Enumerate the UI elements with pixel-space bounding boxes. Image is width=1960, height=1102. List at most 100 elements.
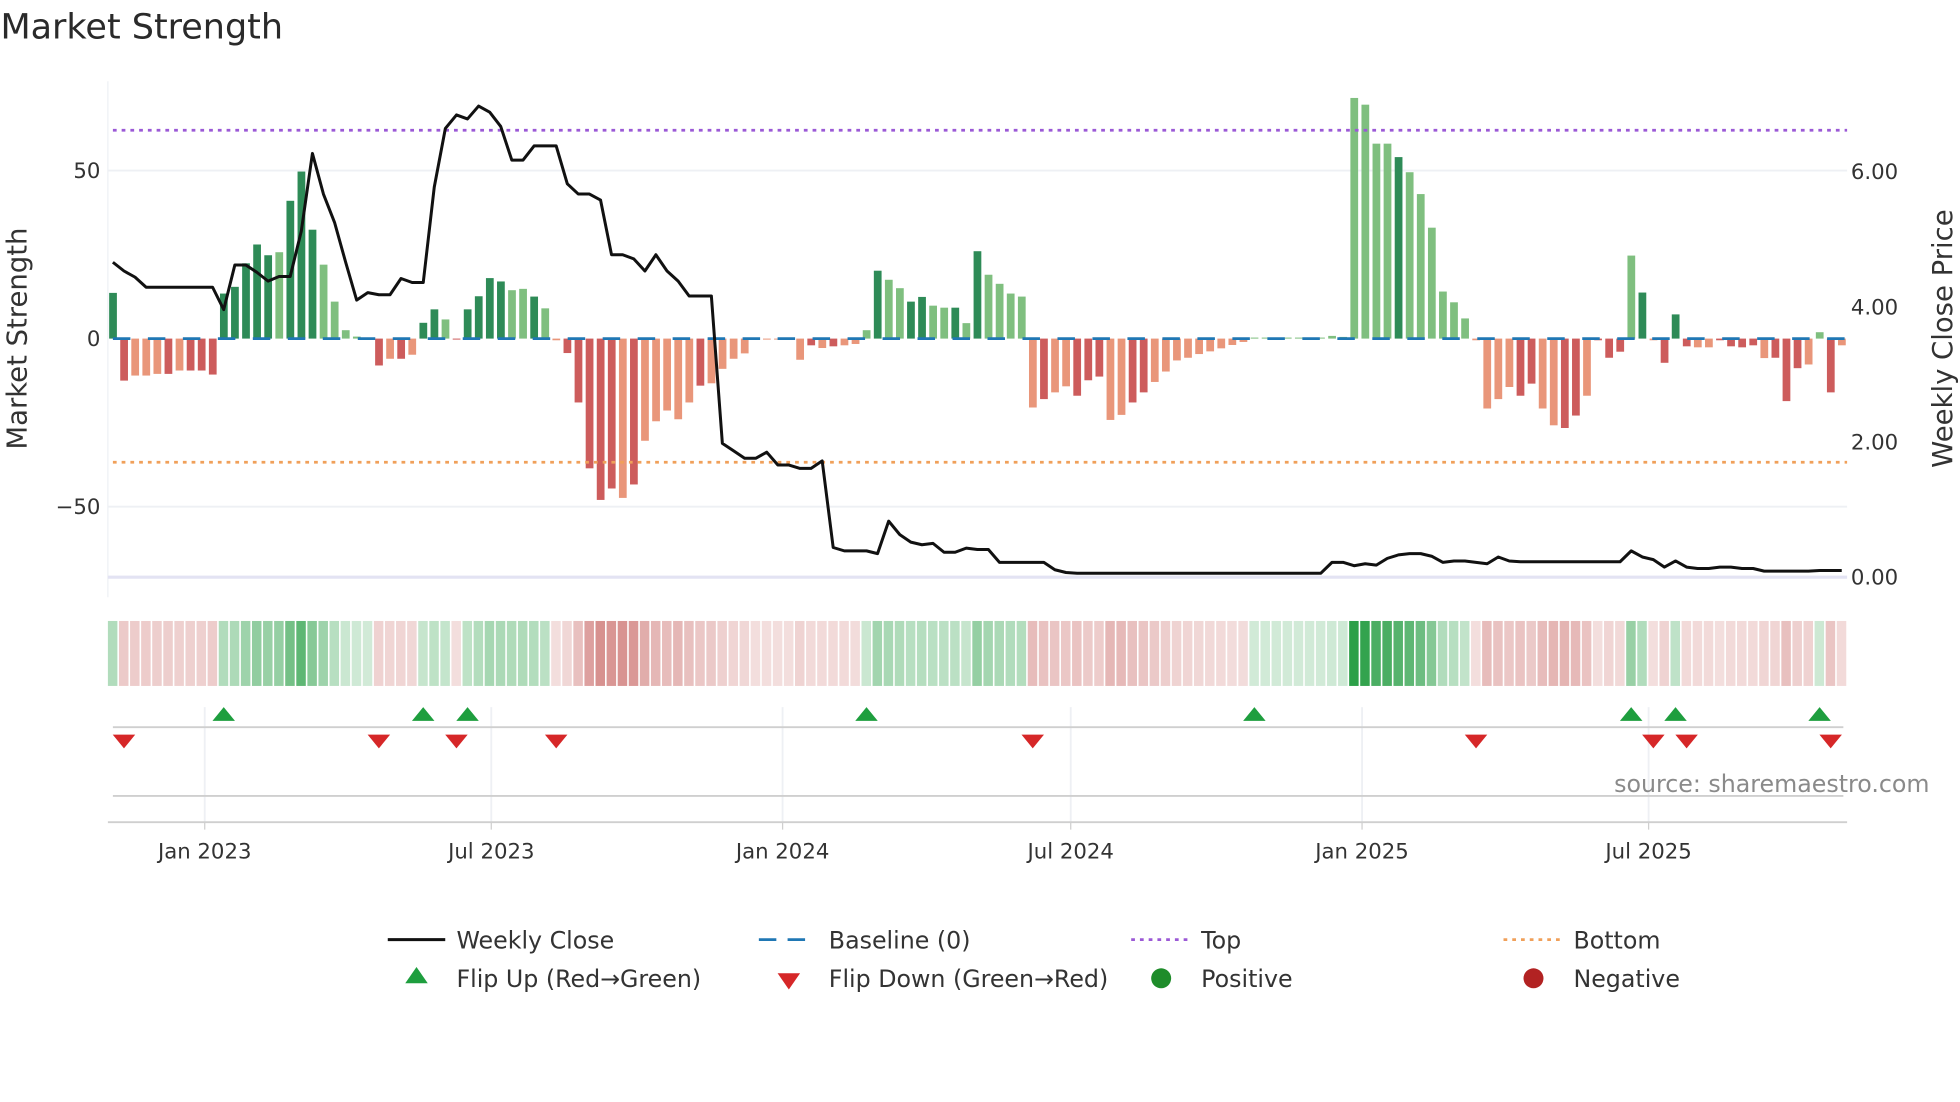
legend-item-flip-up[interactable]: Flip Up (Red→Green): [405, 965, 701, 993]
heatmap-cell: [1404, 620, 1415, 686]
strength-bar: [1062, 338, 1070, 387]
legend-item-positive[interactable]: Positive: [1151, 965, 1293, 993]
heatmap-cell: [1471, 620, 1481, 686]
flip-up-marker: [1619, 707, 1643, 721]
strength-bar: [341, 330, 350, 339]
heatmap-cell: [1592, 620, 1603, 686]
heatmap-cell: [506, 620, 517, 686]
legend-item-baseline[interactable]: Baseline (0): [758, 926, 971, 954]
legend-item-negative[interactable]: Negative: [1523, 965, 1680, 993]
strength-bar: [474, 296, 483, 339]
heatmap-cell: [251, 620, 262, 686]
strength-bar: [1040, 338, 1048, 400]
x-tick-label: Jan 2023: [156, 839, 252, 864]
strength-bar: [1771, 338, 1780, 358]
strength-bar: [729, 338, 738, 359]
strength-bar: [596, 338, 605, 500]
triangle-up-icon: [405, 967, 428, 984]
heatmap-cell: [1371, 620, 1381, 686]
heatmap-cell: [1559, 620, 1570, 686]
legend: Weekly Close Baseline (0) Top Bottom Fli…: [387, 926, 1680, 993]
legend-item-flip-down[interactable]: Flip Down (Green→Red): [777, 965, 1109, 993]
strength-bar: [718, 338, 727, 369]
right-tick-label: 6.00: [1851, 160, 1898, 185]
strength-bar: [1128, 338, 1137, 403]
flip-up-marker: [1664, 707, 1687, 721]
heatmap-cell: [1570, 620, 1581, 686]
heatmap-cell: [883, 620, 894, 686]
strength-bar: [984, 274, 993, 339]
heatmap-cell: [994, 620, 1004, 686]
heatmap-cell: [795, 620, 805, 686]
strength-bar: [397, 338, 406, 359]
heatmap-cell: [1038, 620, 1049, 686]
heatmap-cell: [1149, 620, 1160, 686]
heatmap-cell: [1825, 620, 1836, 686]
legend-label: Negative: [1573, 965, 1679, 993]
strength-bar: [1494, 338, 1503, 400]
heatmap-cell: [684, 620, 694, 686]
legend-label: Bottom: [1573, 926, 1660, 954]
heatmap-cell: [141, 620, 151, 686]
strength-bar: [231, 286, 239, 339]
strength-bar: [1017, 296, 1026, 339]
heatmap-cell: [407, 620, 417, 686]
strength-bar: [1195, 338, 1203, 355]
heatmap-cell: [1016, 620, 1027, 686]
heatmap-cell: [1770, 620, 1780, 686]
strength-bar: [297, 171, 306, 339]
legend-item-weekly-close[interactable]: Weekly Close: [387, 926, 614, 954]
strength-bar: [1616, 338, 1625, 352]
flip-down-marker: [1021, 734, 1044, 749]
legend-label: Positive: [1201, 965, 1292, 993]
heatmap-cell: [1759, 620, 1769, 686]
heatmap-cell: [1415, 620, 1426, 686]
heatmap-cell: [118, 620, 129, 686]
strength-bar: [1294, 337, 1303, 339]
strength-bar: [375, 338, 383, 366]
strength-bar: [1139, 338, 1148, 393]
heatmap-cell: [861, 620, 871, 686]
strength-bar: [541, 308, 550, 339]
strength-bar: [1782, 338, 1791, 402]
heatmap-cell: [218, 620, 229, 686]
heatmap-cell: [340, 620, 351, 686]
strength-bar: [962, 323, 971, 339]
strength-bar: [463, 309, 472, 339]
heatmap-cell: [1725, 620, 1736, 686]
heatmap-cell: [1116, 620, 1126, 686]
strength-bar: [1549, 338, 1558, 426]
heatmap-cell: [551, 620, 561, 686]
flip-up-marker: [456, 707, 479, 721]
x-tick-label: Jul 2025: [1603, 839, 1691, 864]
strength-bar: [1283, 337, 1292, 339]
heatmap-cell: [1127, 620, 1137, 686]
heatmap-cell: [650, 620, 661, 686]
heatmap-cell: [1703, 620, 1714, 686]
strength-bar: [485, 278, 494, 339]
heatmap-cell: [373, 620, 384, 686]
strength-bar: [884, 279, 893, 339]
right-tick-label: 2.00: [1851, 431, 1898, 456]
strength-bar: [607, 338, 616, 489]
flip-down-marker: [445, 734, 468, 749]
legend-item-bottom[interactable]: Bottom: [1503, 926, 1661, 954]
strength-bar: [175, 338, 184, 371]
strength-bar: [641, 338, 649, 441]
strength-bar: [1461, 318, 1469, 339]
strength-bar: [1250, 337, 1259, 339]
flip-down-marker: [544, 734, 568, 749]
flip-up-marker: [855, 707, 878, 721]
strength-bar: [1516, 338, 1525, 396]
heatmap-cell: [495, 620, 506, 686]
x-tick-label: Jul 2024: [1026, 839, 1114, 864]
heatmap-cell: [263, 620, 273, 686]
strength-bar: [1450, 302, 1458, 339]
right-axis-ticks: 6.00 4.00 2.00 0.00: [1851, 160, 1898, 591]
left-axis-title: Market Strength: [2, 228, 34, 450]
legend-label: Flip Down (Green→Red): [829, 965, 1108, 993]
legend-item-top[interactable]: Top: [1131, 926, 1241, 954]
strength-bar: [940, 307, 949, 339]
strength-bar: [829, 338, 838, 347]
heatmap-cell: [1293, 620, 1304, 686]
